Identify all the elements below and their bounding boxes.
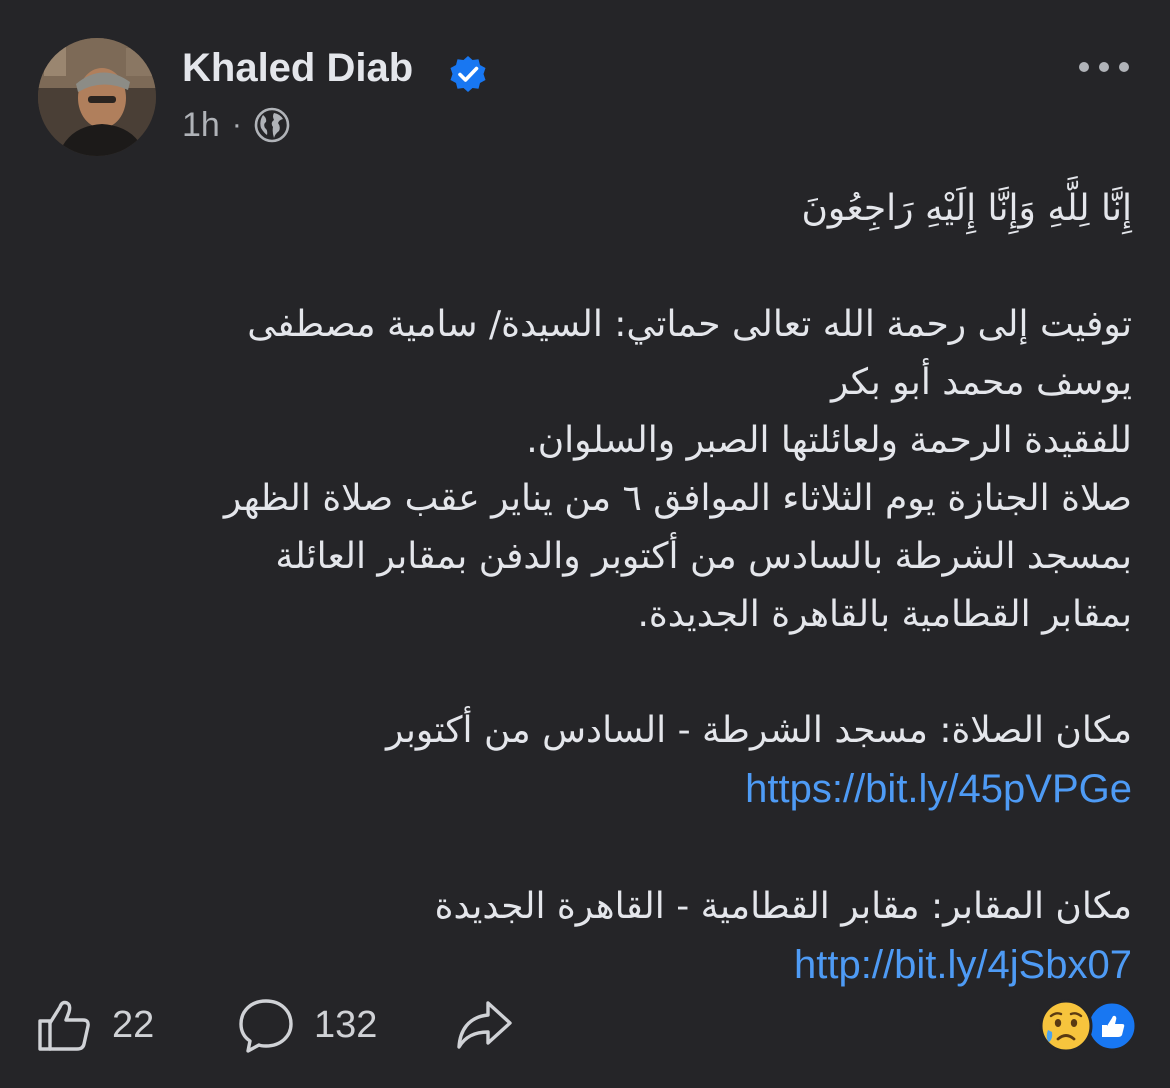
- link-line: http://bit.ly/4jSbx07: [60, 936, 1132, 996]
- more-dots-icon[interactable]: [1076, 52, 1132, 82]
- post-time[interactable]: 1h: [182, 106, 220, 145]
- post-line: مكان المقابر: مقابر القطامية - القاهرة ا…: [434, 886, 1132, 927]
- author-avatar[interactable]: [38, 38, 156, 156]
- link-line: https://bit.ly/45pVPGe: [60, 760, 1132, 820]
- comment-bubble-icon: [239, 999, 293, 1053]
- share-button[interactable]: [454, 990, 514, 1060]
- avatar-photo: [38, 38, 156, 156]
- like-count: 22: [112, 1003, 155, 1046]
- globe-icon[interactable]: [254, 107, 290, 143]
- post-line: بمسجد الشرطة بالسادس من أكتوبر والدفن بم…: [275, 536, 1132, 577]
- verified-badge-icon: [450, 56, 486, 92]
- post-actions: 22 132: [0, 990, 1170, 1060]
- post-header: Khaled Diab 1h ·: [0, 0, 1170, 170]
- share-arrow-icon: [457, 1001, 512, 1049]
- post-line: بمقابر القطامية بالقاهرة الجديدة.: [637, 594, 1132, 635]
- comment-button[interactable]: 132: [236, 990, 377, 1060]
- meta-separator: ·: [231, 108, 242, 141]
- post-text: إِنَّا لِلَّهِ وَإِنَّا إِلَيْهِ رَاجِعُ…: [60, 180, 1132, 996]
- comment-count: 132: [314, 1003, 378, 1046]
- thumbs-up-icon: [38, 1000, 90, 1051]
- post-line: يوسف محمد أبو بكر: [831, 362, 1132, 403]
- like-button[interactable]: 22: [34, 990, 154, 1060]
- post-line: توفيت إلى رحمة الله تعالى حماتي: السيدة/…: [247, 304, 1132, 345]
- post-line: إِنَّا لِلَّهِ وَإِنَّا إِلَيْهِ رَاجِعُ…: [801, 188, 1132, 229]
- post-meta: 1h ·: [182, 102, 290, 148]
- reactions-summary[interactable]: [1030, 998, 1140, 1054]
- author-name[interactable]: Khaled Diab: [182, 46, 413, 91]
- post-line: صلاة الجنازة يوم الثلاثاء الموافق ٦ من ي…: [223, 478, 1132, 519]
- cemetery-location-link[interactable]: http://bit.ly/4jSbx07: [794, 936, 1132, 994]
- post-line: مكان الصلاة: مسجد الشرطة - السادس من أكت…: [386, 710, 1132, 751]
- sad-face-icon: [1039, 999, 1093, 1053]
- post-line: للفقيدة الرحمة ولعائلتها الصبر والسلوان.: [526, 420, 1132, 461]
- prayer-location-link[interactable]: https://bit.ly/45pVPGe: [745, 760, 1132, 818]
